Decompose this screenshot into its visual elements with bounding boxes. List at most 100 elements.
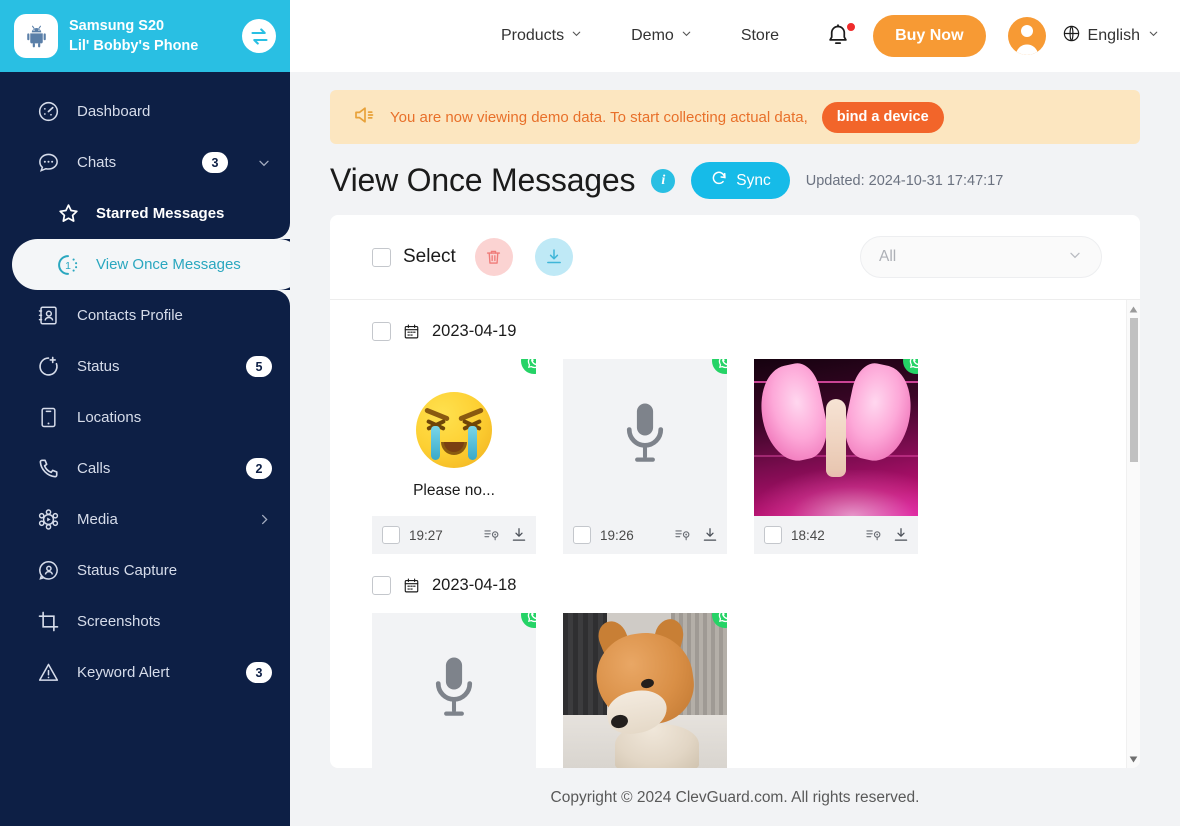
sidebar-item-starred-messages[interactable]: Starred Messages bbox=[0, 188, 290, 239]
topnav-store[interactable]: Store bbox=[717, 27, 803, 45]
card-footer: 18:42 bbox=[754, 516, 918, 554]
keyword-alert-icon bbox=[36, 660, 61, 685]
chevron-down-icon bbox=[1067, 247, 1083, 268]
sync-icon bbox=[710, 169, 728, 192]
topnav-products[interactable]: Products bbox=[477, 27, 607, 45]
sidebar-item-contacts-profile[interactable]: Contacts Profile bbox=[0, 290, 290, 341]
status-icon bbox=[36, 354, 61, 379]
message-card[interactable] bbox=[563, 613, 727, 768]
message-card[interactable]: Please no... 19:27 bbox=[372, 359, 536, 554]
whatsapp-icon bbox=[521, 613, 536, 628]
download-icon[interactable] bbox=[510, 526, 528, 544]
buy-now-button[interactable]: Buy Now bbox=[873, 15, 986, 57]
download-icon[interactable] bbox=[701, 526, 719, 544]
card-thumbnail[interactable] bbox=[754, 359, 918, 516]
sidebar-item-view-once-messages[interactable]: 1 View Once Messages bbox=[0, 223, 290, 306]
select-all-checkbox[interactable] bbox=[372, 247, 391, 267]
topnav-label: Products bbox=[500, 27, 565, 44]
message-card[interactable]: 19:26 bbox=[563, 359, 727, 554]
card-footer: 19:26 bbox=[563, 516, 727, 554]
card-thumbnail[interactable] bbox=[372, 613, 536, 768]
card-thumbnail[interactable] bbox=[563, 359, 727, 516]
sidebar-item-keyword-alert[interactable]: Keyword Alert 3 bbox=[0, 647, 290, 698]
updated-timestamp: Updated: 2024-10-31 17:47:17 bbox=[805, 172, 1004, 189]
svg-text:1: 1 bbox=[65, 260, 71, 272]
microphone-icon bbox=[617, 399, 673, 476]
sidebar-item-label: Calls bbox=[77, 460, 111, 477]
chevron-down-icon[interactable] bbox=[256, 155, 272, 171]
message-card[interactable] bbox=[372, 613, 536, 768]
whatsapp-icon bbox=[521, 359, 536, 374]
device-names: Samsung S20 Lil' Bobby's Phone bbox=[69, 16, 231, 56]
scroll-thumb[interactable] bbox=[1130, 318, 1138, 462]
locations-icon bbox=[36, 405, 61, 430]
sidebar-item-dashboard[interactable]: Dashboard bbox=[0, 86, 290, 137]
top-navigation-bar: Products Demo Store Buy Now English bbox=[290, 0, 1180, 72]
sidebar-item-media[interactable]: Media bbox=[0, 494, 290, 545]
sidebar-badge-chats: 3 bbox=[202, 152, 228, 173]
topnav-label: Demo bbox=[631, 27, 674, 44]
language-label: English bbox=[1087, 27, 1140, 44]
card-thumbnail[interactable]: Please no... bbox=[372, 359, 536, 516]
info-icon[interactable]: i bbox=[651, 168, 676, 193]
sidebar: Samsung S20 Lil' Bobby's Phone Dashboard… bbox=[0, 0, 290, 826]
date-group-checkbox[interactable] bbox=[372, 576, 391, 595]
sidebar-item-screenshots[interactable]: Screenshots bbox=[0, 596, 290, 647]
message-detail-icon[interactable] bbox=[865, 526, 883, 544]
filter-select[interactable]: All bbox=[860, 236, 1102, 278]
crying-emoji-icon bbox=[416, 391, 492, 468]
topnav-demo[interactable]: Demo bbox=[607, 27, 717, 45]
sidebar-item-calls[interactable]: Calls 2 bbox=[0, 443, 290, 494]
list-scrollbar[interactable] bbox=[1126, 300, 1140, 768]
chevron-down-icon bbox=[570, 27, 583, 45]
message-detail-icon[interactable] bbox=[674, 526, 692, 544]
date-group-header: 2023-04-18 bbox=[372, 554, 1140, 605]
message-detail-icon[interactable] bbox=[483, 526, 501, 544]
chevron-right-icon[interactable] bbox=[257, 512, 272, 527]
sidebar-item-label: Status bbox=[77, 358, 120, 375]
megaphone-icon bbox=[352, 103, 376, 132]
calendar-icon bbox=[403, 577, 420, 594]
screenshots-icon bbox=[36, 609, 61, 634]
sidebar-item-status-capture[interactable]: Status Capture bbox=[0, 545, 290, 596]
page-content: You are now viewing demo data. To start … bbox=[290, 72, 1180, 770]
status-capture-icon bbox=[36, 558, 61, 583]
sidebar-subitem-label: Starred Messages bbox=[96, 205, 225, 222]
download-selected-button[interactable] bbox=[534, 238, 573, 276]
delete-selected-button[interactable] bbox=[474, 238, 513, 276]
notification-bell-icon[interactable] bbox=[803, 22, 873, 49]
notification-dot bbox=[846, 22, 857, 32]
scroll-up-arrow-icon[interactable] bbox=[1127, 302, 1140, 316]
sidebar-item-chats[interactable]: Chats 3 bbox=[0, 137, 290, 188]
card-checkbox[interactable] bbox=[382, 526, 400, 544]
card-checkbox[interactable] bbox=[764, 526, 782, 544]
sync-button[interactable]: Sync bbox=[691, 162, 790, 199]
date-group-checkbox[interactable] bbox=[372, 322, 391, 341]
chats-icon bbox=[36, 150, 61, 175]
switch-device-icon[interactable] bbox=[242, 19, 276, 53]
page-header: View Once Messages i Sync Updated: 2024-… bbox=[330, 162, 1140, 199]
download-icon[interactable] bbox=[892, 526, 910, 544]
cards-row bbox=[372, 605, 1140, 768]
sidebar-item-status[interactable]: Status 5 bbox=[0, 341, 290, 392]
pill-notch-top bbox=[274, 223, 290, 239]
sidebar-subitem-label: View Once Messages bbox=[96, 256, 241, 273]
message-card[interactable]: 18:42 bbox=[754, 359, 918, 554]
scroll-down-arrow-icon[interactable] bbox=[1127, 752, 1140, 766]
card-thumbnail[interactable] bbox=[563, 613, 727, 768]
bind-a-device-button[interactable]: bind a device bbox=[821, 101, 944, 133]
cards-row: Please no... 19:27 19:26 18:42 bbox=[372, 351, 1140, 554]
sidebar-item-locations[interactable]: Locations bbox=[0, 392, 290, 443]
user-avatar-icon[interactable] bbox=[1007, 17, 1046, 55]
language-selector[interactable]: English bbox=[1062, 24, 1160, 48]
card-checkbox[interactable] bbox=[573, 526, 591, 544]
dashboard-icon bbox=[36, 99, 61, 124]
star-icon bbox=[55, 201, 81, 227]
demo-data-banner: You are now viewing demo data. To start … bbox=[330, 90, 1140, 144]
sidebar-item-label: Contacts Profile bbox=[77, 307, 183, 324]
app-root: Samsung S20 Lil' Bobby's Phone Dashboard… bbox=[0, 0, 1180, 826]
messages-list[interactable]: 2023-04-19 Please no... 19:27 19:26 18:4… bbox=[330, 300, 1140, 768]
message-image bbox=[563, 613, 727, 768]
chevron-down-icon bbox=[1147, 27, 1160, 45]
sidebar-item-label: Media bbox=[77, 511, 118, 528]
